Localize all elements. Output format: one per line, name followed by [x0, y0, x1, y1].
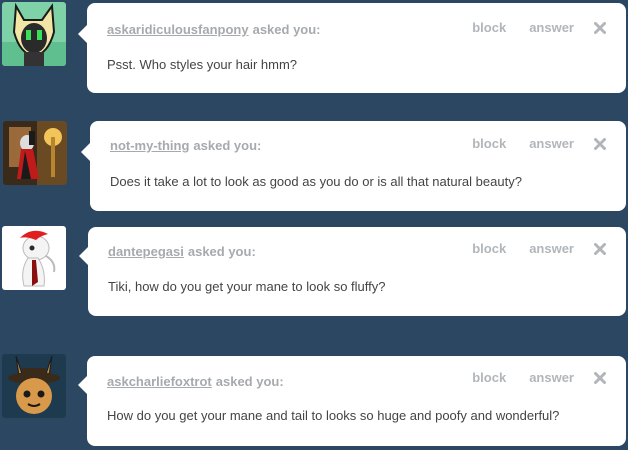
asked-label: asked you: [252, 22, 321, 37]
ask-card: askcharliefoxtrot asked you: block answer… [78, 356, 626, 446]
ask-card: askaridiculousfanpony asked you: block an… [78, 3, 626, 93]
ask-actions: block answer [472, 370, 606, 385]
asker-link[interactable]: askcharliefoxtrot [107, 374, 212, 389]
card-pointer [78, 25, 87, 43]
asker-line: askaridiculousfanpony asked you: [107, 22, 321, 37]
card-pointer [79, 247, 88, 265]
close-icon[interactable] [594, 371, 606, 384]
asker-link[interactable]: askaridiculousfanpony [107, 22, 249, 37]
question-text: Tiki, how do you get your mane to look s… [108, 279, 386, 294]
asked-label: asked you: [193, 138, 262, 153]
avatar[interactable] [3, 121, 67, 185]
block-button[interactable]: block [472, 20, 506, 35]
asker-link[interactable]: not-my-thing [110, 138, 189, 153]
block-button[interactable]: block [472, 241, 506, 256]
ask-card: dantepegasi asked you: block answer Tiki,… [79, 227, 626, 316]
ask-actions: block answer [472, 241, 606, 256]
answer-button[interactable]: answer [529, 241, 574, 256]
avatar[interactable] [2, 226, 66, 290]
ask-actions: block answer [472, 136, 606, 151]
asked-label: asked you: [215, 374, 284, 389]
question-text: Psst. Who styles your hair hmm? [107, 57, 297, 72]
close-icon[interactable] [594, 21, 606, 34]
asker-line: not-my-thing asked you: [110, 138, 261, 153]
card-pointer [78, 376, 87, 394]
block-button[interactable]: block [472, 136, 506, 151]
ask-actions: block answer [472, 20, 606, 35]
asker-line: dantepegasi asked you: [108, 244, 256, 259]
avatar[interactable] [2, 354, 66, 418]
asker-link[interactable]: dantepegasi [108, 244, 184, 259]
asker-line: askcharliefoxtrot asked you: [107, 374, 284, 389]
answer-button[interactable]: answer [529, 370, 574, 385]
block-button[interactable]: block [472, 370, 506, 385]
ask-card: not-my-thing asked you: block answer Does… [81, 121, 626, 211]
card-pointer [81, 143, 90, 161]
asked-label: asked you: [187, 244, 256, 259]
close-icon[interactable] [594, 137, 606, 150]
question-text: How do you get your mane and tail to loo… [107, 408, 560, 423]
answer-button[interactable]: answer [529, 136, 574, 151]
close-icon[interactable] [594, 242, 606, 255]
answer-button[interactable]: answer [529, 20, 574, 35]
avatar[interactable] [2, 2, 66, 66]
question-text: Does it take a lot to look as good as yo… [110, 174, 522, 189]
